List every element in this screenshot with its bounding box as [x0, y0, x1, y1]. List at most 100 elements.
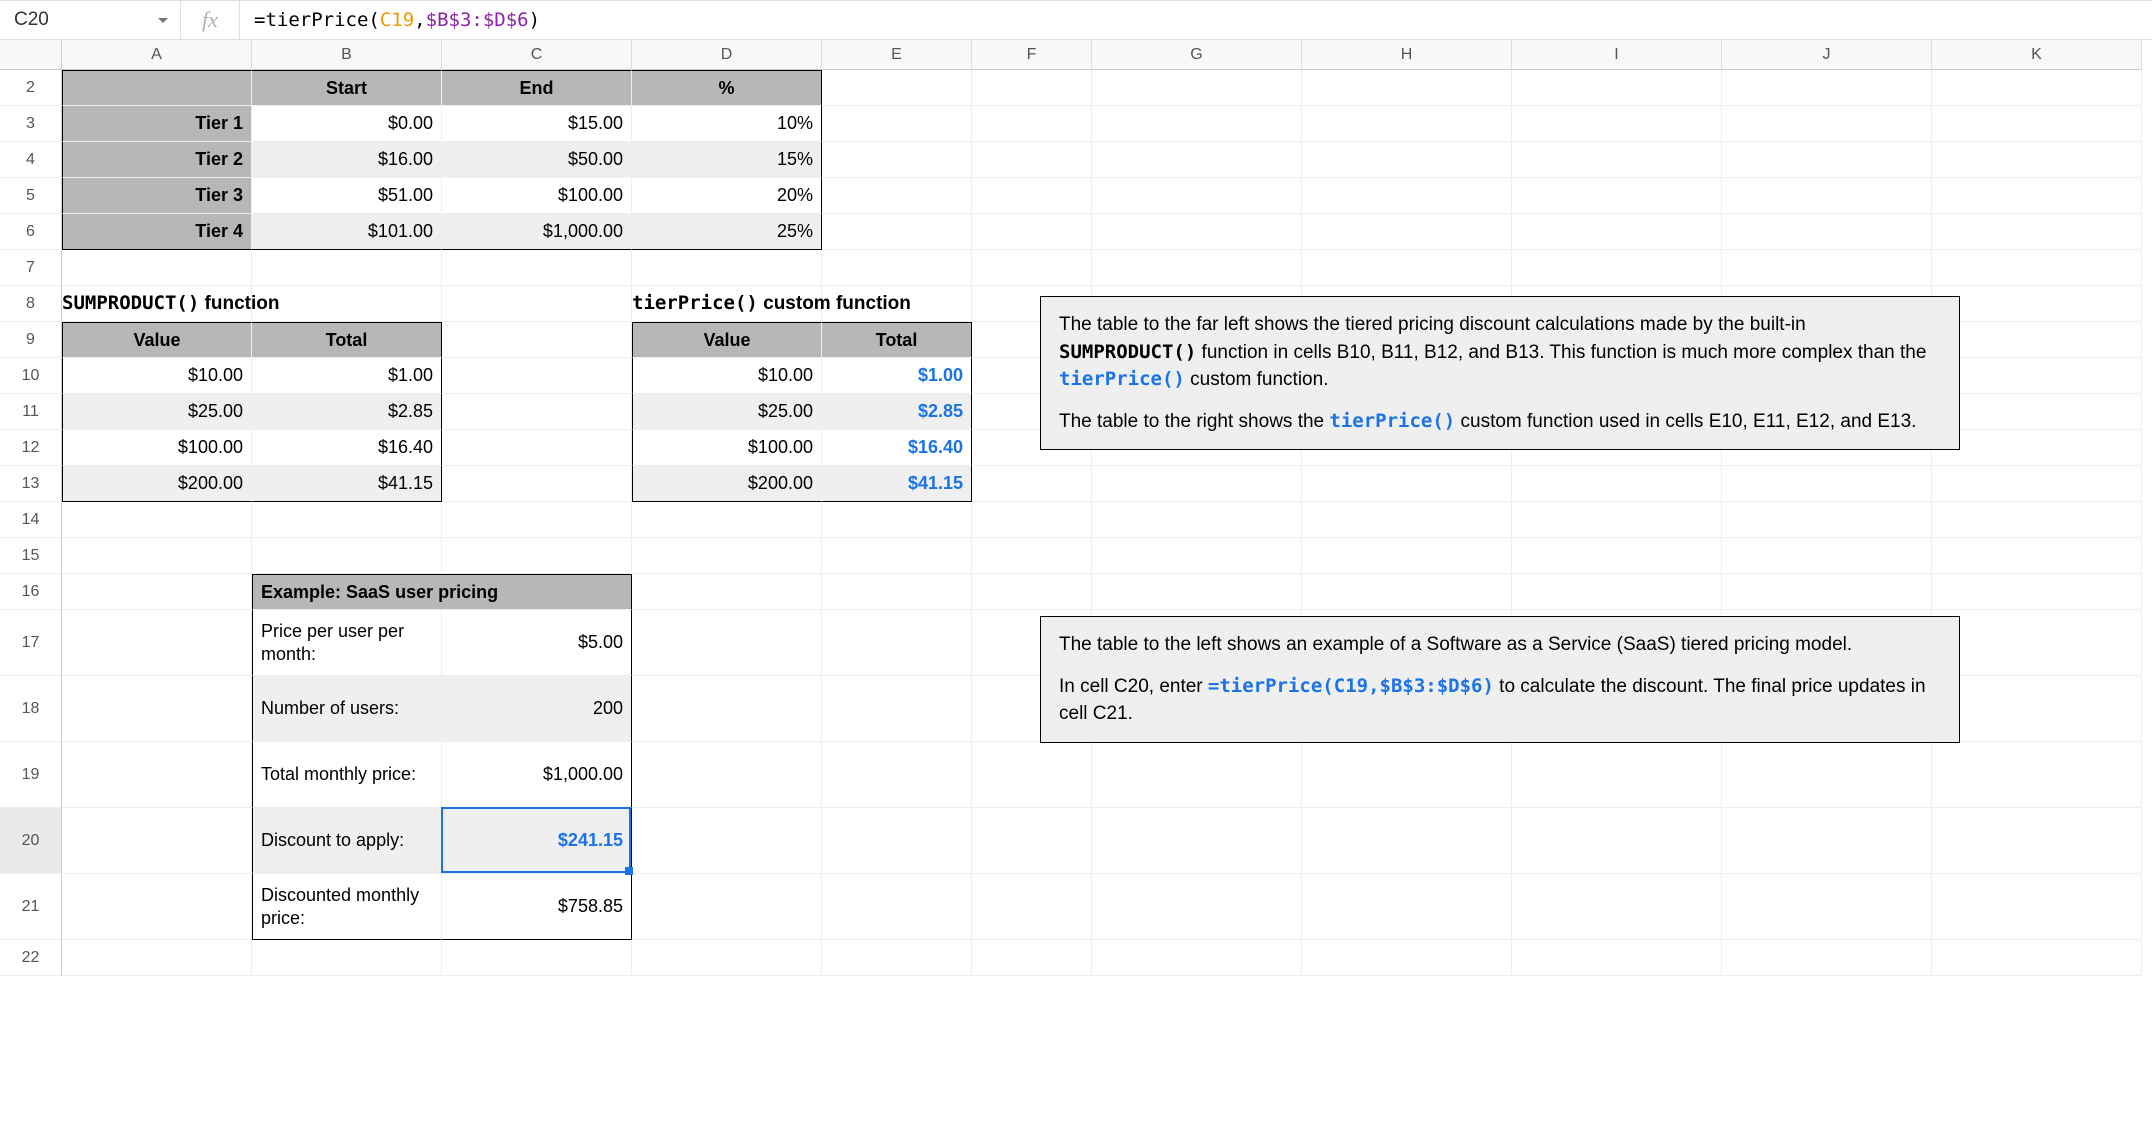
cell-E12[interactable]: $16.40 — [822, 430, 972, 466]
cell-G14[interactable] — [1092, 502, 1302, 538]
cell-B7[interactable] — [252, 250, 442, 286]
cell-A7[interactable] — [62, 250, 252, 286]
cell-D13[interactable]: $200.00 — [632, 466, 822, 502]
cell-K16[interactable] — [1932, 574, 2142, 610]
cell-D2[interactable]: % — [632, 70, 822, 106]
cell-I13[interactable] — [1512, 466, 1722, 502]
row-header-4[interactable]: 4 — [0, 142, 62, 178]
row-header-18[interactable]: 18 — [0, 676, 62, 742]
cell-A16[interactable] — [62, 574, 252, 610]
cell-A4[interactable]: Tier 2 — [62, 142, 252, 178]
cell-C5[interactable]: $100.00 — [442, 178, 632, 214]
cell-B3[interactable]: $0.00 — [252, 106, 442, 142]
cell-A15[interactable] — [62, 538, 252, 574]
cell-H13[interactable] — [1302, 466, 1512, 502]
cell-F7[interactable] — [972, 250, 1092, 286]
cell-K8[interactable] — [1932, 286, 2142, 322]
cell-K15[interactable] — [1932, 538, 2142, 574]
cell-D4[interactable]: 15% — [632, 142, 822, 178]
fx-icon[interactable]: fx — [180, 1, 240, 39]
col-header-H[interactable]: H — [1302, 40, 1512, 70]
cell-D14[interactable] — [632, 502, 822, 538]
cell-J16[interactable] — [1722, 574, 1932, 610]
cell-D3[interactable]: 10% — [632, 106, 822, 142]
cell-D5[interactable]: 20% — [632, 178, 822, 214]
row-header-10[interactable]: 10 — [0, 358, 62, 394]
cell-B4[interactable]: $16.00 — [252, 142, 442, 178]
cell-J2[interactable] — [1722, 70, 1932, 106]
cell-K2[interactable] — [1932, 70, 2142, 106]
cell-F21[interactable] — [972, 874, 1092, 940]
chevron-down-icon[interactable] — [158, 18, 168, 23]
cell-J15[interactable] — [1722, 538, 1932, 574]
cell-H5[interactable] — [1302, 178, 1512, 214]
cell-F16[interactable] — [972, 574, 1092, 610]
cell-E16[interactable] — [822, 574, 972, 610]
cell-D16[interactable] — [632, 574, 822, 610]
cell-A22[interactable] — [62, 940, 252, 976]
row-header-12[interactable]: 12 — [0, 430, 62, 466]
cell-H15[interactable] — [1302, 538, 1512, 574]
cell-B15[interactable] — [252, 538, 442, 574]
cell-B5[interactable]: $51.00 — [252, 178, 442, 214]
col-header-K[interactable]: K — [1932, 40, 2142, 70]
cell-A20[interactable] — [62, 808, 252, 874]
cell-G3[interactable] — [1092, 106, 1302, 142]
row-header-2[interactable]: 2 — [0, 70, 62, 106]
cell-I3[interactable] — [1512, 106, 1722, 142]
cell-D15[interactable] — [632, 538, 822, 574]
cell-I7[interactable] — [1512, 250, 1722, 286]
cell-E20[interactable] — [822, 808, 972, 874]
cell-B6[interactable]: $101.00 — [252, 214, 442, 250]
cell-K3[interactable] — [1932, 106, 2142, 142]
cell-E15[interactable] — [822, 538, 972, 574]
cell-D22[interactable] — [632, 940, 822, 976]
cell-F22[interactable] — [972, 940, 1092, 976]
row-header-20[interactable]: 20 — [0, 808, 62, 874]
cell-B9[interactable]: Total — [252, 322, 442, 358]
cell-I2[interactable] — [1512, 70, 1722, 106]
cell-E9[interactable]: Total — [822, 322, 972, 358]
cell-H3[interactable] — [1302, 106, 1512, 142]
cell-C9[interactable] — [442, 322, 632, 358]
cell-I5[interactable] — [1512, 178, 1722, 214]
row-header-19[interactable]: 19 — [0, 742, 62, 808]
col-header-J[interactable]: J — [1722, 40, 1932, 70]
cell-D6[interactable]: 25% — [632, 214, 822, 250]
cell-A10[interactable]: $10.00 — [62, 358, 252, 394]
cell-C12[interactable] — [442, 430, 632, 466]
cell-G22[interactable] — [1092, 940, 1302, 976]
cell-E7[interactable] — [822, 250, 972, 286]
cell-C18[interactable]: 200 — [442, 676, 632, 742]
cell-K19[interactable] — [1932, 742, 2142, 808]
cell-C11[interactable] — [442, 394, 632, 430]
cell-D21[interactable] — [632, 874, 822, 940]
cell-C22[interactable] — [442, 940, 632, 976]
row-header-13[interactable]: 13 — [0, 466, 62, 502]
cell-B19[interactable]: Total monthly price: — [252, 742, 442, 808]
cell-B2[interactable]: Start — [252, 70, 442, 106]
row-header-7[interactable]: 7 — [0, 250, 62, 286]
cell-H20[interactable] — [1302, 808, 1512, 874]
cell-C8[interactable] — [442, 286, 632, 322]
cell-E19[interactable] — [822, 742, 972, 808]
cell-E22[interactable] — [822, 940, 972, 976]
cell-G13[interactable] — [1092, 466, 1302, 502]
cell-J3[interactable] — [1722, 106, 1932, 142]
cell-J22[interactable] — [1722, 940, 1932, 976]
cell-A21[interactable] — [62, 874, 252, 940]
cell-D19[interactable] — [632, 742, 822, 808]
cell-K14[interactable] — [1932, 502, 2142, 538]
cell-K17[interactable] — [1932, 610, 2142, 676]
cell-B17[interactable]: Price per user per month: — [252, 610, 442, 676]
cell-C10[interactable] — [442, 358, 632, 394]
cell-I21[interactable] — [1512, 874, 1722, 940]
cell-K12[interactable] — [1932, 430, 2142, 466]
cell-B10[interactable]: $1.00 — [252, 358, 442, 394]
cell-K18[interactable] — [1932, 676, 2142, 742]
cell-H16[interactable] — [1302, 574, 1512, 610]
cell-D12[interactable]: $100.00 — [632, 430, 822, 466]
cell-C2[interactable]: End — [442, 70, 632, 106]
cell-E13[interactable]: $41.15 — [822, 466, 972, 502]
cell-K10[interactable] — [1932, 358, 2142, 394]
